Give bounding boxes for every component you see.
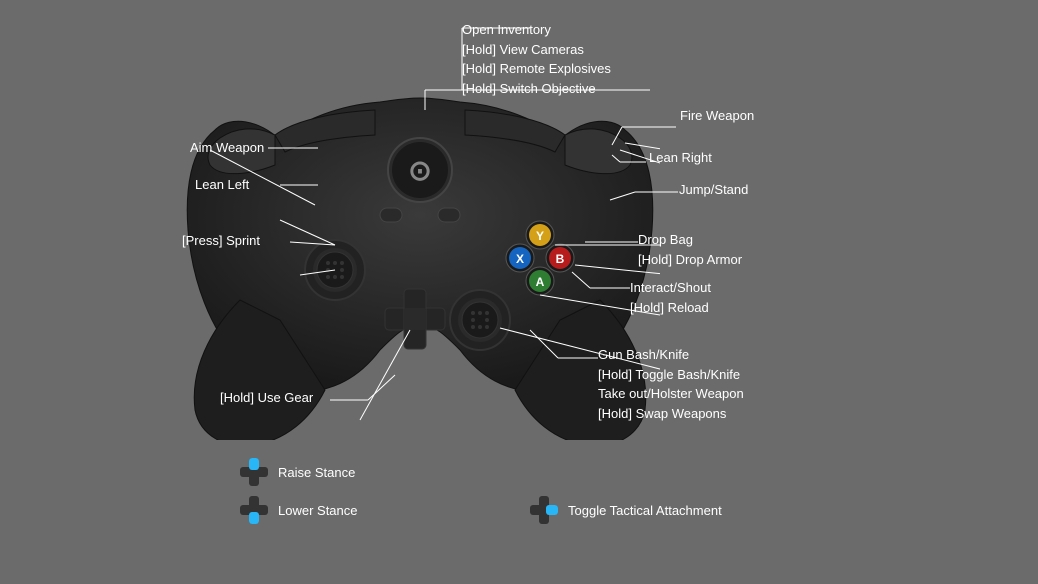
svg-text:A: A <box>536 275 545 289</box>
hold-use-gear-label: [Hold] Use Gear <box>220 390 313 405</box>
svg-text:B: B <box>556 252 565 266</box>
fire-weapon-label: Fire Weapon <box>680 108 754 123</box>
dpad-right-icon <box>530 496 558 524</box>
dpad-down-icon <box>240 496 268 524</box>
svg-text:Y: Y <box>536 229 544 243</box>
aim-weapon-label: Aim Weapon <box>190 140 264 155</box>
lean-right-label: Lean Right <box>649 150 712 165</box>
press-sprint-label: [Press] Sprint <box>182 233 260 248</box>
legend-right: Toggle Tactical Attachment <box>530 496 722 524</box>
legend-left: Raise Stance Lower Stance <box>240 458 358 524</box>
lean-left-label: Lean Left <box>195 177 249 192</box>
svg-text:⊙: ⊙ <box>408 155 431 186</box>
main-container: ⊙ <box>0 0 1038 584</box>
raise-stance-label: Raise Stance <box>278 465 355 480</box>
controller-svg: ⊙ <box>180 60 660 440</box>
jump-stand-label: Jump/Stand <box>679 182 748 197</box>
interact-shout-label: Interact/Shout [Hold] Reload <box>630 278 711 317</box>
gun-bash-label: Gun Bash/Knife [Hold] Toggle Bash/Knife … <box>598 345 744 423</box>
svg-text:X: X <box>516 252 524 266</box>
drop-bag-label: Drop Bag [Hold] Drop Armor <box>638 230 742 269</box>
lower-stance-label: Lower Stance <box>278 503 358 518</box>
toggle-tactical-label: Toggle Tactical Attachment <box>568 503 722 518</box>
dpad-up-icon <box>240 458 268 486</box>
open-inventory-label: Open Inventory [Hold] View Cameras [Hold… <box>462 20 611 98</box>
